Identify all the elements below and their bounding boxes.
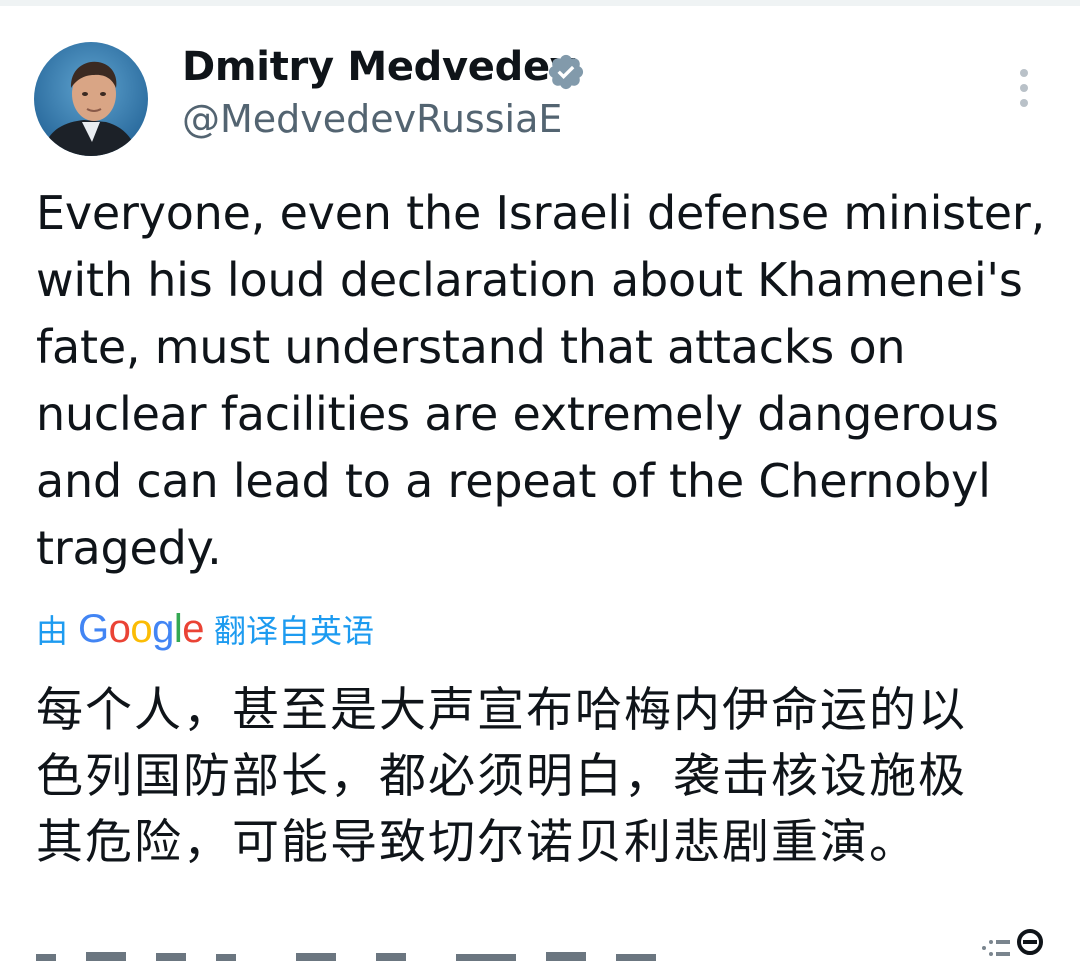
- more-vertical-icon[interactable]: [1006, 66, 1042, 110]
- view-details-icon[interactable]: [978, 928, 1048, 961]
- tweet-body-text: Everyone, even the Israeli defense minis…: [36, 186, 1045, 575]
- google-logo-letter: e: [182, 606, 205, 651]
- cropped-timestamp-row: [36, 952, 656, 961]
- avatar-image: [34, 42, 148, 156]
- translated-tweet-text: 每个人，甚至是大声宣布哈梅内伊命运的以 色列国防部长，都必须明白，袭击核设施极 …: [36, 683, 967, 870]
- author-display-name[interactable]: Dmitry Medvedev: [182, 44, 576, 90]
- google-logo: Google: [78, 606, 205, 652]
- google-logo-letter: o: [108, 606, 131, 651]
- top-divider: [0, 0, 1080, 6]
- google-logo-letter: o: [130, 606, 153, 651]
- translation-suffix: 翻译自英语: [214, 612, 375, 650]
- author-handle[interactable]: @MedvedevRussiaE: [182, 97, 562, 141]
- translation-attribution[interactable]: 由 Google 翻译自英语: [36, 604, 374, 654]
- google-logo-letter: G: [78, 606, 109, 651]
- verified-badge-icon: [548, 54, 584, 90]
- google-logo-letter: g: [152, 606, 174, 651]
- avatar[interactable]: [34, 42, 148, 156]
- translation-prefix: 由: [36, 612, 69, 650]
